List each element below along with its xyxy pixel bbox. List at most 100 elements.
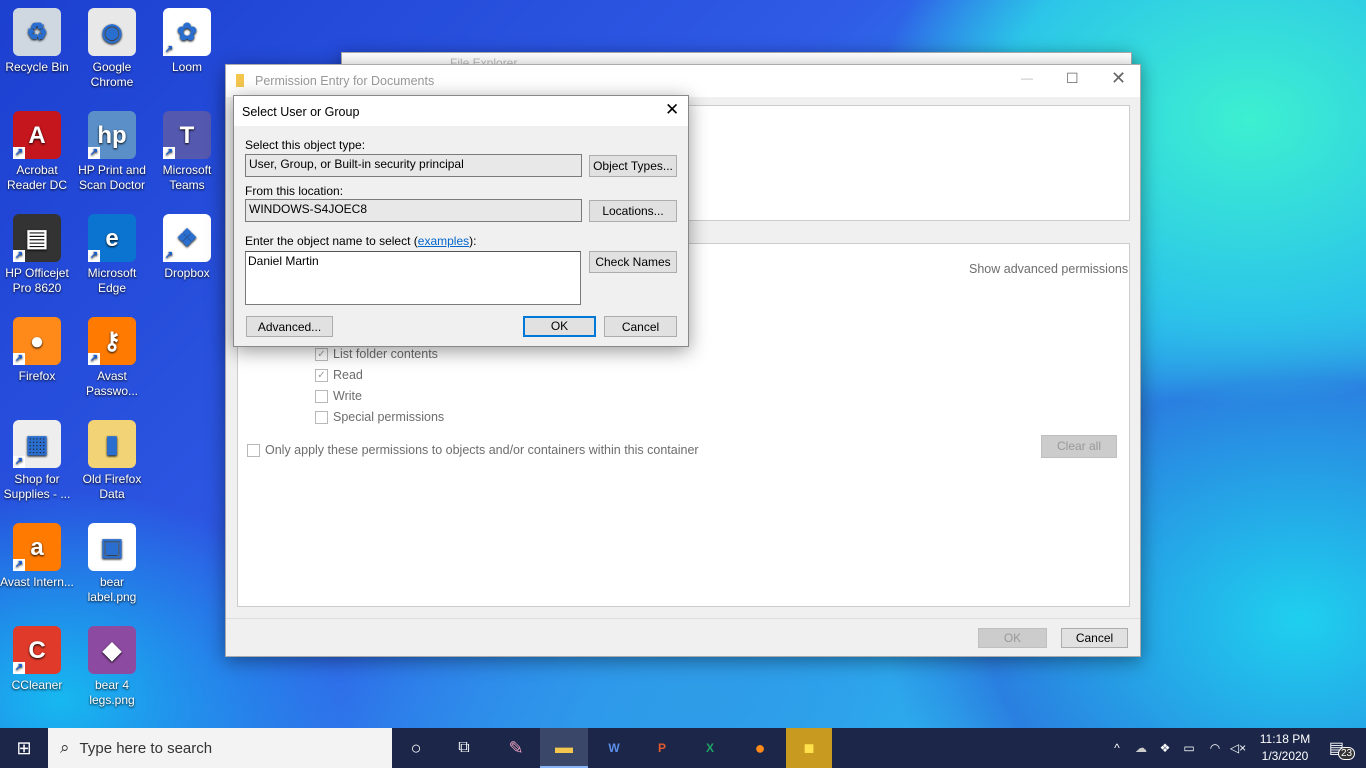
shortcut-arrow-icon: ↗ [163, 44, 175, 56]
location-label: From this location: [245, 184, 344, 198]
dropbox-icon: ❖ ↗ [163, 214, 211, 262]
select-user-dialog: Select User or Group ✕ Select this objec… [233, 95, 689, 347]
show-advanced-link[interactable]: Show advanced permissions [969, 262, 1128, 276]
desktop-icon-old-firefox-data[interactable]: ▮ Old Firefox Data [75, 420, 149, 502]
desktop-icon-avast-passwo[interactable]: ⚷ ↗ Avast Passwo... [75, 317, 149, 399]
desktop-icon-microsoft-teams[interactable]: T ↗ Microsoft Teams [150, 111, 224, 193]
maximize-button[interactable]: ☐ [1066, 70, 1079, 87]
checkbox-label: Special permissions [333, 410, 445, 424]
ok-button[interactable]: OK [978, 628, 1047, 648]
desktop-icon-label: CCleaner [11, 678, 63, 692]
clear-all-button[interactable]: Clear all [1041, 435, 1117, 458]
battery-icon[interactable]: ▭ [1178, 728, 1200, 768]
notifications-button[interactable]: ▤ 23 [1322, 728, 1362, 768]
avast-intern-icon: a ↗ [13, 523, 61, 571]
checkbox-box [315, 410, 328, 424]
desktop-icon-recycle-bin[interactable]: ♻ Recycle Bin [0, 8, 74, 75]
desktop-icon-label: Shop for Supplies - ... [3, 472, 71, 501]
desktop-icon-hp-print-and-scan-doctor[interactable]: hp ↗ HP Print and Scan Doctor [75, 111, 149, 193]
word-icon[interactable]: W [590, 728, 638, 768]
recycle-bin-icon: ♻ [13, 8, 61, 56]
advanced-button[interactable]: Advanced... [246, 316, 333, 337]
desktop-icon-hp-officejet-pro-8620[interactable]: ▤ ↗ HP Officejet Pro 8620 [0, 214, 74, 296]
object-types-button[interactable]: Object Types... [589, 155, 677, 177]
cortana-icon[interactable]: ○ [394, 728, 438, 768]
shortcut-arrow-icon: ↗ [88, 250, 100, 262]
cancel-button[interactable]: Cancel [1061, 628, 1128, 648]
desktop-icon-label: Loom [171, 60, 203, 74]
desktop-icon-dropbox[interactable]: ❖ ↗ Dropbox [150, 214, 224, 281]
onedrive-error-icon[interactable]: ☁ [1130, 728, 1152, 768]
title-bar: Permission Entry for Documents — ☐ ✕ [226, 65, 1140, 97]
desktop-icon-label: Dropbox [164, 266, 210, 280]
desktop-icon-label: bear 4 legs.png [89, 678, 135, 707]
ok-button[interactable]: OK [523, 316, 596, 337]
excel-icon[interactable]: X [686, 728, 734, 768]
desktop-icon-microsoft-edge[interactable]: e ↗ Microsoft Edge [75, 214, 149, 296]
desktop-icon-avast-intern[interactable]: a ↗ Avast Intern... [0, 523, 74, 590]
shortcut-arrow-icon: ↗ [88, 147, 100, 159]
show-hidden-icons[interactable]: ^ [1108, 728, 1126, 768]
close-button[interactable]: ✕ [1111, 68, 1126, 89]
sticky-notes-icon[interactable]: ■ [786, 728, 832, 768]
locations-button[interactable]: Locations... [589, 200, 677, 222]
checkbox-box [315, 389, 328, 403]
check-names-button[interactable]: Check Names [589, 251, 677, 273]
date: 1/3/2020 [1261, 749, 1309, 763]
old-firefox-data-icon: ▮ [88, 420, 136, 468]
cancel-button[interactable]: Cancel [604, 316, 677, 337]
search-placeholder: Type here to search [79, 739, 213, 757]
object-name-input[interactable]: Daniel Martin [245, 251, 581, 305]
desktop-icon-label: Avast Intern... [0, 575, 74, 589]
acrobat-reader-dc-icon: A ↗ [13, 111, 61, 159]
firefox-taskbar-icon[interactable]: ● [736, 728, 784, 768]
bear-4-legs-png-icon: ◆ [88, 626, 136, 674]
shop-for-supplies-icon: ▦ ↗ [13, 420, 61, 468]
dropbox-tray-icon[interactable]: ❖ [1155, 728, 1175, 768]
permission-checkbox[interactable]: ✓ Read [315, 368, 363, 382]
search-box[interactable]: ⌕ Type here to search [48, 728, 392, 768]
permission-checkbox[interactable]: Write [315, 389, 362, 403]
paint-icon[interactable]: ✎ [492, 728, 540, 768]
desktop-icon-google-chrome[interactable]: ◉ Google Chrome [75, 8, 149, 90]
dialog-title-bar: Select User or Group ✕ [234, 96, 688, 126]
clock[interactable]: 11:18 PM 1/3/2020 [1252, 728, 1318, 768]
permission-checkbox[interactable]: Special permissions [315, 410, 444, 424]
shortcut-arrow-icon: ↗ [163, 250, 175, 262]
examples-link[interactable]: examples [418, 234, 469, 248]
permission-checkbox[interactable]: ✓ List folder contents [315, 347, 438, 361]
desktop-icon-bear-label-png[interactable]: ▣ bear label.png [75, 523, 149, 605]
task-view-icon[interactable]: ⧉ [442, 728, 486, 768]
volume-muted-icon[interactable]: ◁× [1228, 728, 1248, 768]
desktop-icon-bear-4-legs-png[interactable]: ◆ bear 4 legs.png [75, 626, 149, 708]
object-type-label: Select this object type: [245, 138, 366, 152]
object-type-field: User, Group, or Built-in security princi… [245, 154, 582, 177]
desktop-icon-loom[interactable]: ✿ ↗ Loom [150, 8, 224, 75]
desktop-icon-label: Google Chrome [90, 60, 134, 89]
checkbox-label: Write [333, 389, 362, 403]
start-button[interactable]: ⊞ [0, 728, 48, 768]
wifi-icon[interactable]: ◠ [1204, 728, 1226, 768]
google-chrome-icon: ◉ [88, 8, 136, 56]
desktop-icon-ccleaner[interactable]: C ↗ CCleaner [0, 626, 74, 693]
name-label-text: Enter the object name to select ( [245, 234, 418, 248]
shortcut-arrow-icon: ↗ [13, 147, 25, 159]
bear-label-png-icon: ▣ [88, 523, 136, 571]
desktop-icon-label: Avast Passwo... [85, 369, 139, 398]
taskbar: ⊞ ⌕ Type here to search ○ ⧉ ✎ ▬ W P X ● ■… [0, 728, 1366, 768]
checkbox-label: Read [333, 368, 363, 382]
only-apply-label: Only apply these permissions to objects … [265, 443, 699, 457]
desktop-icon-acrobat-reader-dc[interactable]: A ↗ Acrobat Reader DC [0, 111, 74, 193]
shortcut-arrow-icon: ↗ [163, 147, 175, 159]
close-icon[interactable]: ✕ [665, 100, 679, 120]
desktop-icon-firefox[interactable]: ● ↗ Firefox [0, 317, 74, 384]
desktop-icon-shop-for-supplies[interactable]: ▦ ↗ Shop for Supplies - ... [0, 420, 74, 502]
hp-officejet-pro-8620-icon: ▤ ↗ [13, 214, 61, 262]
checkbox-box: ✓ [315, 368, 328, 382]
shortcut-arrow-icon: ↗ [13, 662, 25, 674]
only-apply-checkbox[interactable]: Only apply these permissions to objects … [247, 443, 699, 457]
file-explorer-taskbar-icon[interactable]: ▬ [540, 728, 588, 768]
powerpoint-icon[interactable]: P [638, 728, 686, 768]
minimize-button[interactable]: — [1021, 71, 1033, 85]
avast-passwo-icon: ⚷ ↗ [88, 317, 136, 365]
